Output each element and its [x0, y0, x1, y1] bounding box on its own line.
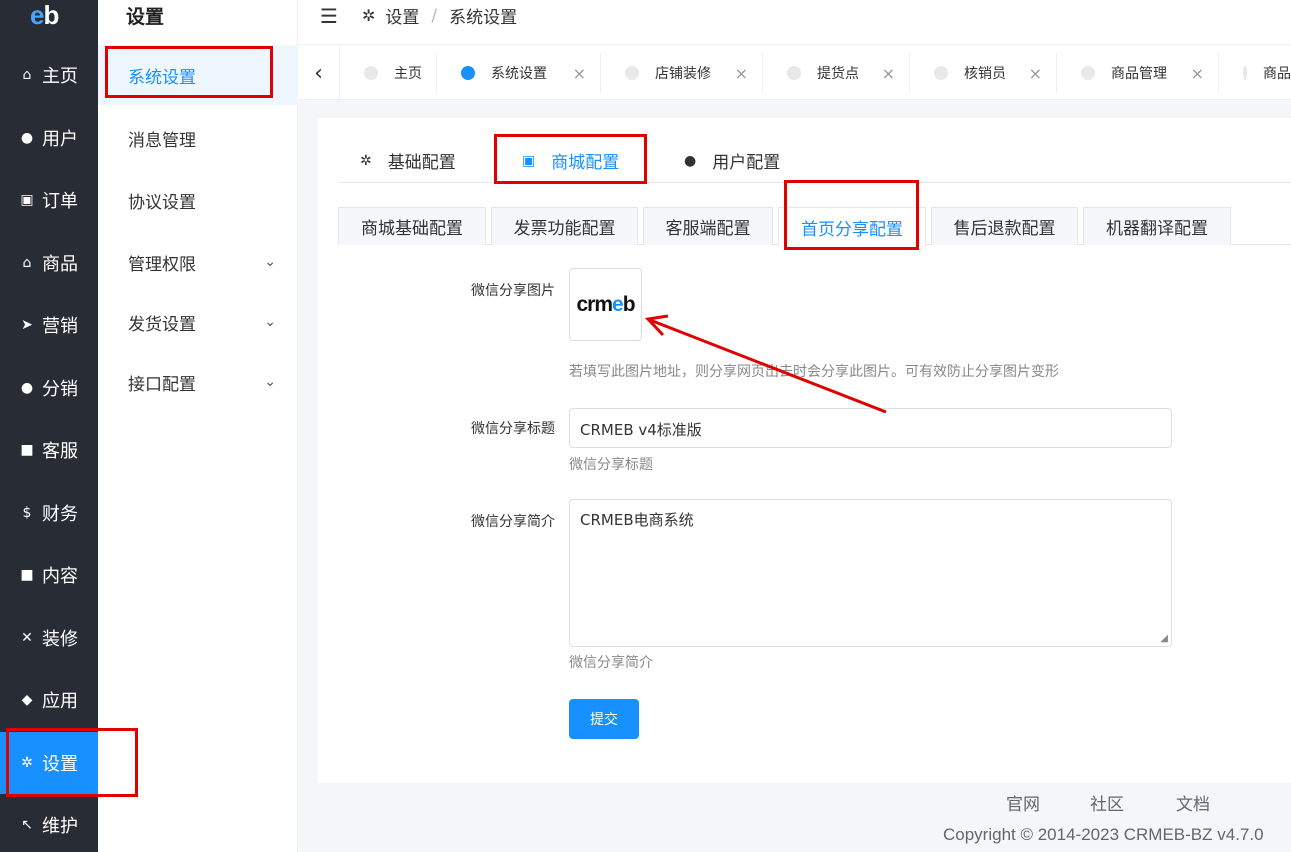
arrow-shaft [649, 318, 887, 414]
annotation-arrow [644, 314, 887, 414]
